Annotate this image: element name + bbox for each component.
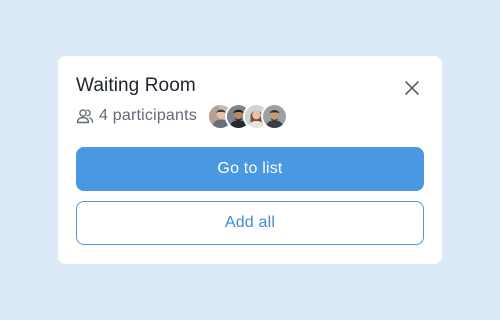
dialog-title: Waiting Room <box>76 75 196 96</box>
close-button[interactable] <box>400 76 424 100</box>
participants-row: 4 participants <box>76 102 288 130</box>
participant-avatars <box>206 102 288 130</box>
people-icon <box>76 109 94 124</box>
add-all-button[interactable]: Add all <box>76 201 424 245</box>
participants-count: 4 participants <box>99 107 197 124</box>
waiting-room-card: Waiting Room 4 participants Go to list A… <box>58 56 442 264</box>
go-to-list-button[interactable]: Go to list <box>76 147 424 191</box>
page-backdrop: Waiting Room 4 participants Go to list A… <box>0 0 500 320</box>
avatar <box>260 102 288 130</box>
close-icon <box>405 81 419 95</box>
